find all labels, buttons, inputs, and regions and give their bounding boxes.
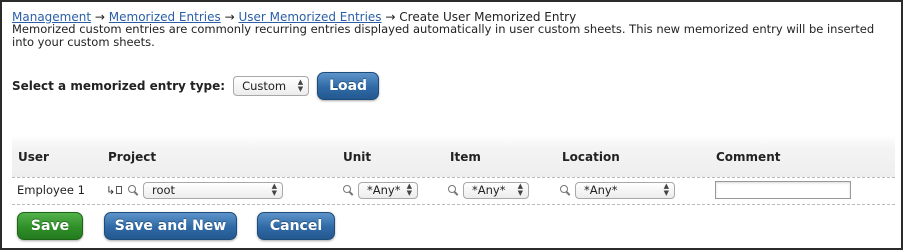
location-select-value: *Any*: [584, 183, 618, 197]
item-select[interactable]: *Any* ▲ ▼: [463, 181, 529, 199]
entry-type-value: Custom: [242, 79, 287, 93]
tree-icon[interactable]: ↳: [106, 184, 124, 197]
column-header-location: Location: [562, 150, 620, 164]
entry-type-select[interactable]: Custom ▲ ▼: [233, 76, 310, 96]
magnifier-icon[interactable]: [128, 185, 138, 195]
item-select-value: *Any*: [472, 183, 506, 197]
row-divider: [12, 177, 895, 178]
unit-select-value: *Any*: [367, 183, 401, 197]
magnifier-icon[interactable]: [560, 185, 570, 195]
column-header-unit: Unit: [343, 150, 372, 164]
entry-type-label: Select a memorized entry type:: [12, 79, 226, 93]
magnifier-icon[interactable]: [343, 185, 353, 195]
project-cell: ↳ root ▲ ▼: [106, 180, 283, 200]
entry-type-row: Select a memorized entry type: Custom ▲ ▼…: [12, 72, 380, 100]
project-select[interactable]: root ▲ ▼: [143, 181, 283, 199]
location-cell: *Any* ▲ ▼: [560, 180, 675, 200]
save-and-new-button[interactable]: Save and New: [104, 212, 237, 240]
select-arrows-icon: ▲ ▼: [297, 78, 304, 93]
column-header-user: User: [18, 150, 49, 164]
save-button[interactable]: Save: [17, 212, 83, 240]
project-select-value: root: [152, 183, 176, 197]
column-header-item: Item: [450, 150, 481, 164]
magnifier-icon[interactable]: [448, 185, 458, 195]
select-arrows-icon: ▲ ▼: [663, 182, 669, 197]
row-divider: [12, 204, 895, 205]
select-arrows-icon: ▲ ▼: [517, 182, 523, 197]
comment-input[interactable]: [715, 181, 851, 199]
unit-cell: *Any* ▲ ▼: [343, 180, 418, 200]
select-arrows-icon: ▲ ▼: [406, 182, 412, 197]
column-header-comment: Comment: [716, 150, 781, 164]
cancel-button[interactable]: Cancel: [257, 212, 335, 240]
column-header-project: Project: [108, 150, 157, 164]
location-select[interactable]: *Any* ▲ ▼: [575, 181, 675, 199]
load-button[interactable]: Load: [317, 72, 380, 100]
comment-cell: [715, 180, 851, 200]
unit-select[interactable]: *Any* ▲ ▼: [358, 181, 418, 199]
user-cell: Employee 1: [17, 183, 85, 197]
window-frame: Management → Memorized Entries → User Me…: [0, 0, 903, 250]
item-cell: *Any* ▲ ▼: [448, 180, 529, 200]
select-arrows-icon: ▲ ▼: [271, 182, 277, 197]
page-description: Memorized custom entries are commonly re…: [12, 22, 875, 49]
